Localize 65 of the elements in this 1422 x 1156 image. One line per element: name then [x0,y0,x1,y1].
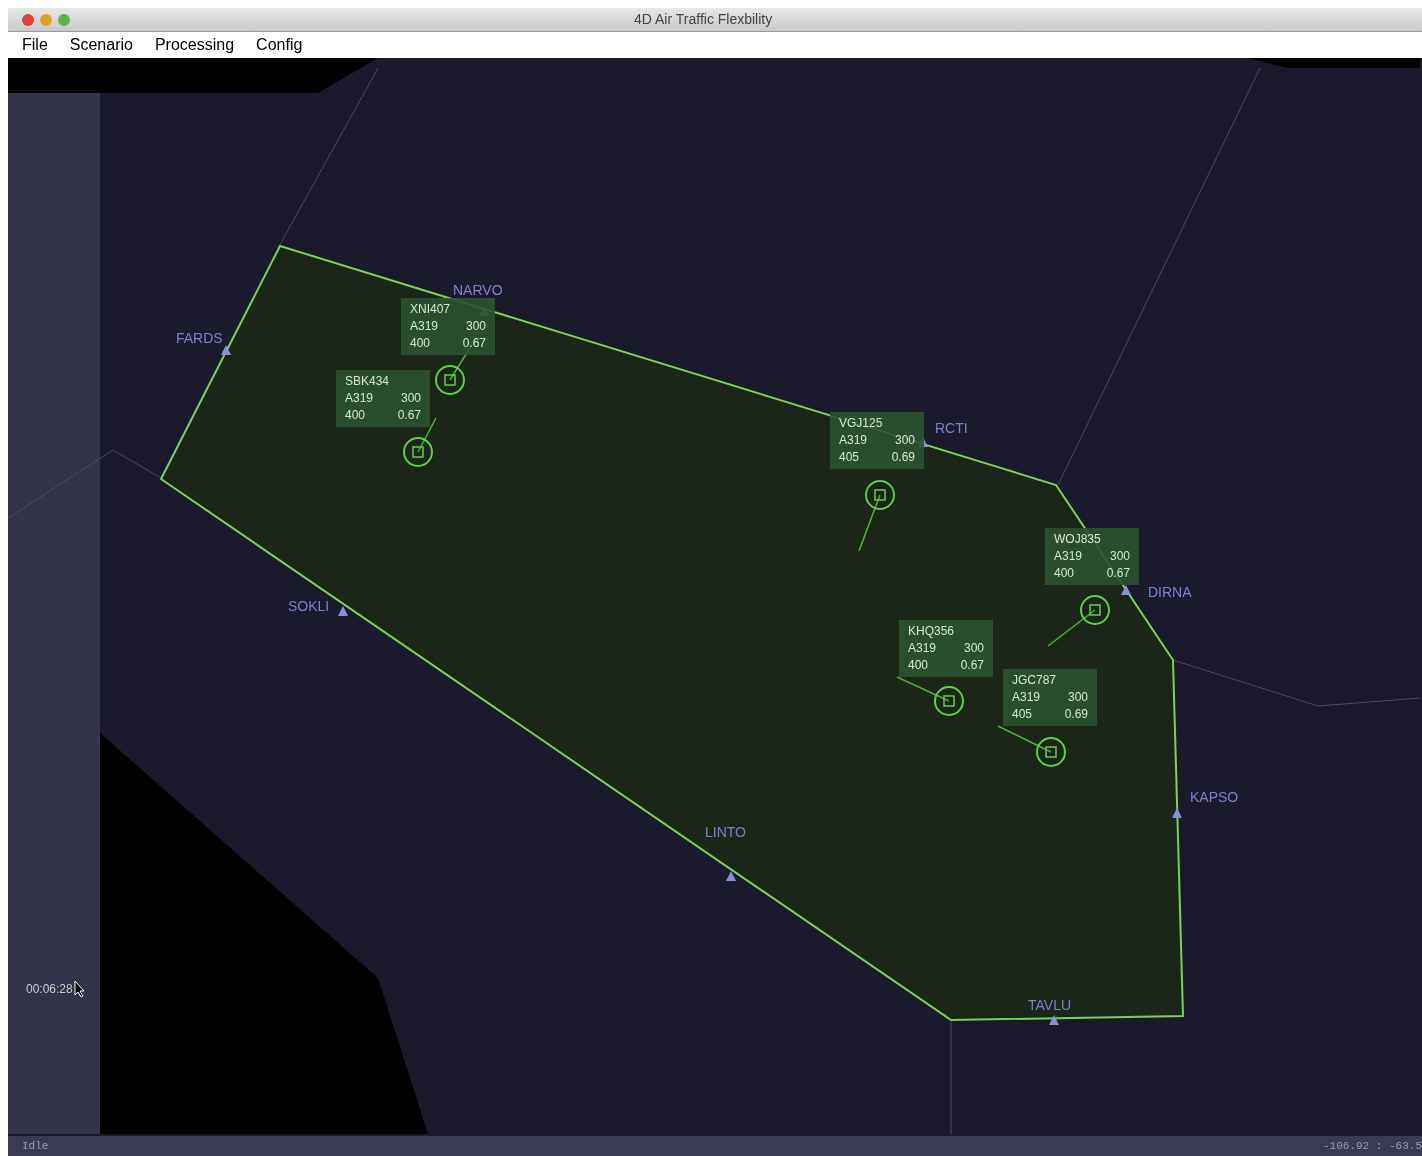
tag-text: A319 [1012,689,1041,706]
tag-text: XNI407 [410,301,451,318]
tag-text: VGJ125 [839,415,883,432]
tag-text: 405 [839,449,860,466]
tag-text: A319 [1054,548,1083,565]
flight-tag[interactable]: KHQ356 A319 300 400 0.67 [899,620,993,677]
waypoint-label: RCTI [935,419,968,438]
waypoint-icon [221,345,231,355]
coordinates-text: -106.92 : -63.5 [1322,1138,1422,1154]
tag-text: 300 [1067,689,1088,706]
tag-text: 400 [1054,565,1075,582]
flight-tag[interactable]: XNI407 A319 300 400 0.67 [401,298,495,355]
tag-text: 0.69 [1064,706,1088,723]
aircraft-icon[interactable] [434,364,466,396]
tag-text: 0.67 [397,407,421,424]
tag-text: JGC787 [1012,672,1057,689]
menu-item[interactable]: File [22,33,48,57]
tag-text: 0.67 [1106,565,1130,582]
aircraft-icon[interactable] [402,436,434,468]
waypoint-icon [726,871,736,881]
aircraft-icon[interactable] [1035,736,1067,768]
waypoint-icon [1049,1015,1059,1025]
tag-text: 400 [908,657,929,674]
tag-text: 300 [963,640,984,657]
aircraft-icon[interactable] [933,685,965,717]
tag-text: 400 [410,335,431,352]
waypoint-icon [338,606,348,616]
tag-text: 300 [400,390,421,407]
tag-text: 0.69 [891,449,915,466]
tag-text: WOJ835 [1054,531,1101,548]
tag-text: 300 [1109,548,1130,565]
close-icon[interactable] [22,13,34,26]
flight-tag[interactable]: WOJ835 A319 300 400 0.67 [1045,528,1139,585]
tag-text: 0.67 [462,335,486,352]
tag-text: A319 [345,390,374,407]
aircraft-icon[interactable] [1079,594,1111,626]
tag-text: A319 [908,640,937,657]
flight-tag[interactable]: VGJ125 A319 300 405 0.69 [830,412,924,469]
tag-text: 405 [1012,706,1033,723]
tag-text: 300 [894,432,915,449]
aircraft-icon[interactable] [864,479,896,511]
flight-tag[interactable]: JGC787 A319 300 405 0.69 [1003,669,1097,726]
waypoint-label: NARVO [453,281,503,300]
waypoint-label: TAVLU [1028,996,1072,1015]
waypoint-label: DIRNA [1148,583,1192,602]
menu-item[interactable]: Scenario [69,33,133,57]
tag-text: A319 [839,432,868,449]
clock-text: 00:06:28 [26,981,73,998]
tag-text: 300 [465,318,486,335]
flight-tag[interactable]: SBK434 A319 300 400 0.67 [336,370,430,427]
tag-text: KHQ356 [908,623,955,640]
waypoint-label: FARDS [176,329,223,348]
waypoint-icon [1172,808,1182,818]
menu-item[interactable]: Processing [154,33,235,57]
tag-text: SBK434 [345,373,390,390]
tag-text: 0.67 [960,657,984,674]
menu-item[interactable]: Config [256,33,303,57]
tag-text: A319 [410,318,439,335]
waypoint-label: SOKLI [288,597,330,616]
status-text: Idle [22,1138,49,1154]
tag-text: 400 [345,407,366,424]
window-title: 4D Air Traffic Flexbility [634,10,773,29]
cursor-icon [73,980,86,998]
waypoint-label: LINTO [705,823,746,842]
waypoint-label: KAPSO [1190,788,1239,807]
